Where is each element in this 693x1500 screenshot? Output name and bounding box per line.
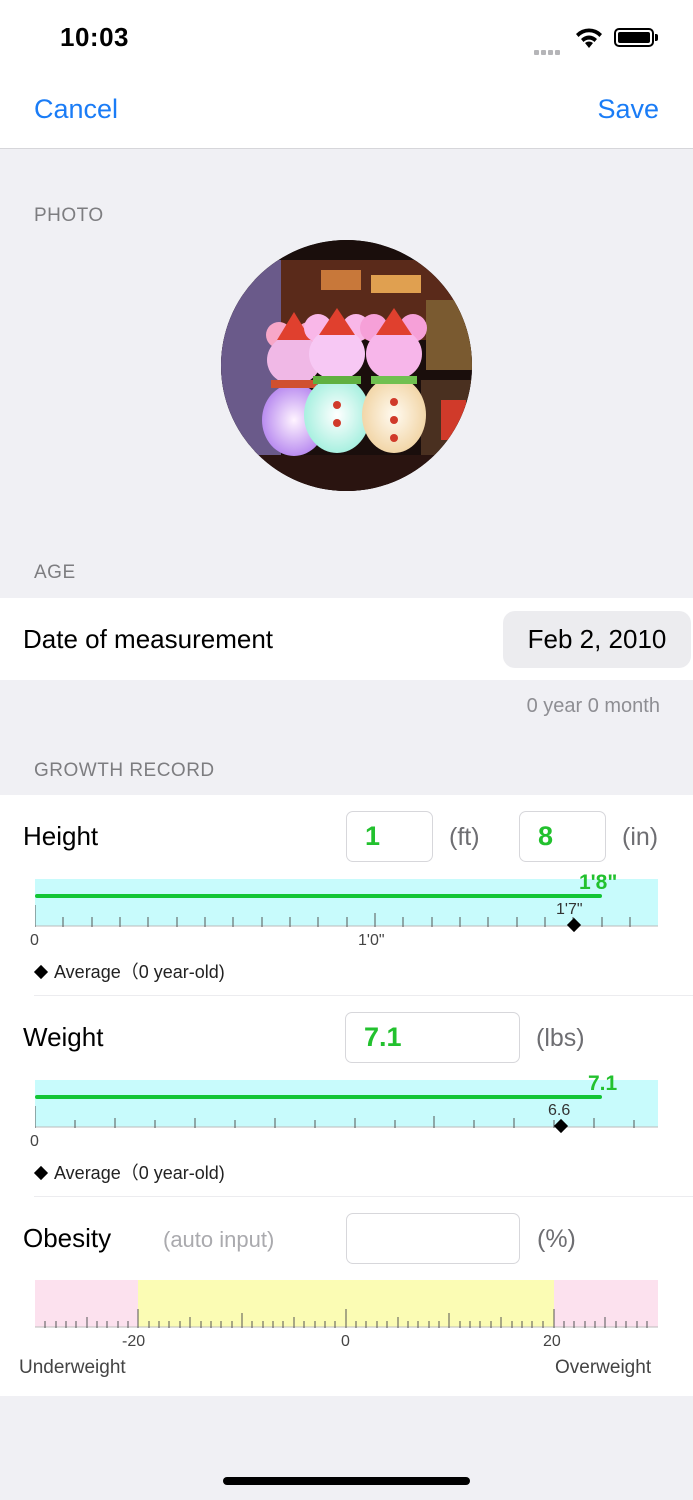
- cancel-button[interactable]: Cancel: [34, 94, 118, 125]
- snowman-figurines-image: [221, 240, 472, 491]
- obesity-unit: (%): [537, 1225, 576, 1253]
- age-section-header: AGE: [34, 562, 76, 583]
- weight-average-legend: Average（0 year-old): [33, 1159, 225, 1185]
- weight-input[interactable]: 7.1: [345, 1012, 520, 1063]
- overweight-caption: Overweight: [555, 1357, 652, 1378]
- weight-average-legend-text: Average（0 year-old): [54, 1163, 225, 1183]
- photo-section-header: PHOTO: [34, 205, 104, 226]
- battery-icon: [614, 28, 658, 47]
- date-of-measurement-label: Date of measurement: [23, 624, 274, 654]
- age-display: 0 year 0 month: [526, 695, 660, 717]
- divider: [34, 995, 693, 996]
- height-tick-zero: 0: [30, 932, 39, 949]
- weight-value-bar: [35, 1095, 602, 1099]
- height-feet-input[interactable]: 1: [346, 811, 433, 862]
- weight-tick-zero: 0: [30, 1133, 39, 1150]
- diamond-icon: [33, 964, 49, 980]
- date-picker[interactable]: Feb 2, 2010: [503, 611, 691, 668]
- weight-unit: (lbs): [536, 1024, 585, 1052]
- weight-average-marker-label: 6.6: [548, 1102, 571, 1119]
- height-value-marker-label: 1'8": [579, 871, 618, 894]
- wifi-icon: [576, 28, 602, 48]
- height-inch-unit: (in): [622, 823, 659, 851]
- height-average-legend: Average（0 year-old): [33, 958, 225, 984]
- growth-record-section-header: GROWTH RECORD: [34, 760, 215, 781]
- obesity-auto-input-hint: (auto input): [163, 1227, 275, 1252]
- status-time: 10:03: [60, 22, 129, 52]
- divider: [34, 1196, 693, 1197]
- obesity-scale-ticks: [35, 1309, 658, 1328]
- weight-value-marker-label: 7.1: [588, 1072, 618, 1095]
- height-average-legend-text: Average（0 year-old): [54, 962, 225, 982]
- obesity-input[interactable]: [346, 1213, 520, 1264]
- height-feet-unit: (ft): [449, 823, 480, 851]
- obesity-label: Obesity: [23, 1223, 112, 1253]
- obesity-tick-plus-20: 20: [543, 1333, 561, 1350]
- obesity-tick-zero: 0: [341, 1333, 350, 1350]
- diamond-icon: [33, 1165, 49, 1181]
- underweight-caption: Underweight: [19, 1357, 126, 1378]
- navigation-bar: 10:03 Cancel Save: [0, 0, 693, 149]
- height-tick-mid: 1'0": [358, 932, 385, 949]
- height-label: Height: [23, 821, 99, 851]
- weight-label: Weight: [23, 1022, 104, 1052]
- cellular-signal-icon: [534, 42, 564, 55]
- height-average-marker-label: 1'7": [556, 901, 583, 918]
- home-indicator[interactable]: [223, 1477, 470, 1485]
- profile-photo[interactable]: [221, 240, 472, 491]
- save-button[interactable]: Save: [597, 94, 659, 125]
- obesity-tick-minus-20: -20: [122, 1333, 146, 1350]
- height-value-bar: [35, 894, 602, 898]
- height-inch-input[interactable]: 8: [519, 811, 606, 862]
